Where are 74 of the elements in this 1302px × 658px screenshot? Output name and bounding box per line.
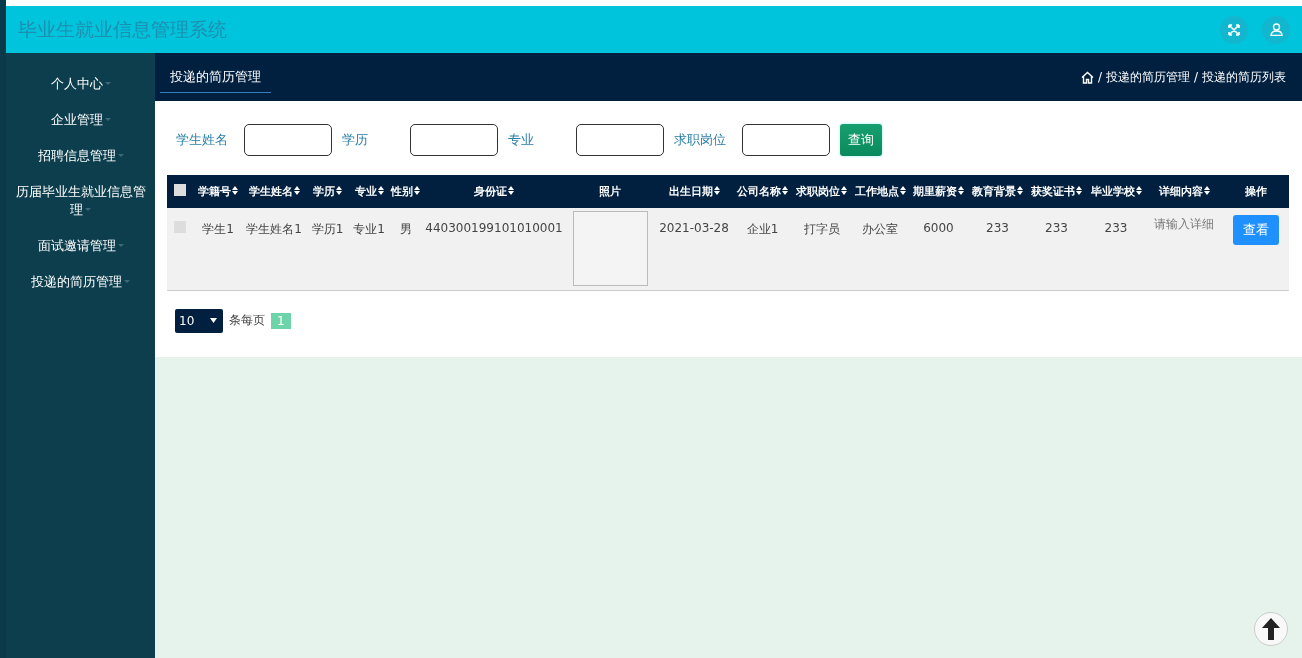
column-header[interactable]: 工作地点 (854, 185, 906, 198)
page-size-select[interactable]: 10 (175, 308, 223, 333)
table-cell: 打字员 (803, 222, 840, 236)
sidebar-item[interactable]: 历届毕业生就业信息管理 (6, 179, 155, 223)
tab[interactable]: 投递的简历管理 (160, 61, 271, 93)
per-page-label: 条每页 (229, 312, 265, 329)
sidebar-item[interactable]: 个人中心 (6, 71, 155, 97)
table-cell: 企业1 (746, 222, 779, 236)
column-header[interactable]: 公司名称 (737, 185, 788, 198)
breadcrumb-separator: / (1097, 70, 1102, 84)
column-header[interactable]: 专业 (354, 185, 384, 198)
sort-icon[interactable] (1203, 186, 1210, 195)
column-header[interactable]: 求职岗位 (796, 185, 847, 198)
sort-icon[interactable] (508, 186, 514, 195)
search-field[interactable] (244, 124, 332, 156)
up-arrow-icon (1262, 618, 1280, 640)
column-header: 操作 (1244, 185, 1267, 198)
search-button[interactable]: 查询 (840, 124, 882, 156)
table-cell: 233 (986, 221, 1009, 235)
sort-icon[interactable] (1017, 186, 1023, 195)
breadcrumb-separator: / (1193, 70, 1198, 84)
table-cell: 学历1 (311, 222, 344, 236)
table-cell: 学生1 (202, 222, 234, 236)
table-cell: 请输入详细 (1154, 217, 1214, 231)
sort-icon[interactable] (336, 186, 342, 195)
table-cell: 专业1 (353, 222, 385, 236)
table-cell: 学生姓名1 (246, 222, 302, 236)
sort-icon[interactable] (841, 186, 847, 195)
column-header[interactable]: 学生姓名 (248, 185, 300, 198)
back-to-top-button[interactable] (1254, 612, 1288, 646)
sort-icon[interactable] (293, 186, 300, 195)
sidebar-item[interactable]: 企业管理 (6, 107, 155, 133)
column-header[interactable]: 毕业学校 (1090, 185, 1142, 198)
column-header[interactable]: 性别 (391, 185, 420, 198)
sort-icon[interactable] (377, 186, 384, 195)
column-header[interactable]: 获奖证书 (1031, 185, 1082, 198)
caret-icon (210, 318, 217, 323)
column-header[interactable]: 出生日期 (668, 185, 720, 198)
table-cell: 233 (1104, 221, 1128, 235)
search-label: 专业 (508, 131, 535, 149)
sort-icon[interactable] (782, 186, 788, 195)
search-label: 求职岗位 (674, 131, 727, 149)
column-header[interactable]: 期里薪资 (913, 185, 964, 198)
breadcrumb-item[interactable]: 投递的简历列表 (1202, 68, 1286, 86)
column-header[interactable]: 身份证 (474, 185, 514, 198)
sidebar-item[interactable]: 投递的简历管理 (6, 269, 155, 295)
table-cell: 男 (399, 222, 412, 236)
sort-icon[interactable] (958, 186, 964, 195)
sidebar-item[interactable]: 招聘信息管理 (6, 143, 155, 169)
home-icon[interactable] (1080, 70, 1094, 84)
select-all-checkbox[interactable] (174, 184, 186, 196)
column-header: 照片 (599, 185, 621, 198)
table-cell: 2021-03-28 (659, 221, 729, 235)
table-cell: 233 (1045, 221, 1068, 235)
sort-icon[interactable] (1135, 186, 1142, 195)
sort-icon[interactable] (232, 186, 238, 195)
search-field[interactable] (410, 124, 498, 156)
search-label: 学生姓名 (176, 131, 229, 149)
sidebar-item[interactable]: 面试邀请管理 (6, 233, 155, 259)
search-field[interactable] (576, 124, 664, 156)
table-cell: 6000 (923, 221, 954, 235)
column-header[interactable]: 学籍号 (198, 185, 238, 198)
sort-icon[interactable] (414, 186, 420, 195)
search-field[interactable] (742, 124, 830, 156)
sort-icon[interactable] (899, 186, 906, 195)
table-cell: 440300199101010001 (425, 221, 563, 235)
column-header[interactable]: 教育背景 (972, 185, 1023, 198)
table-cell: 办公室 (862, 222, 898, 236)
column-header[interactable]: 学历 (313, 185, 342, 198)
sort-icon[interactable] (713, 186, 720, 195)
sort-icon[interactable] (1076, 186, 1082, 195)
breadcrumb-item[interactable]: 投递的简历管理 (1105, 68, 1190, 86)
search-label: 学历 (342, 131, 369, 149)
column-header[interactable]: 详细内容 (1158, 185, 1210, 198)
